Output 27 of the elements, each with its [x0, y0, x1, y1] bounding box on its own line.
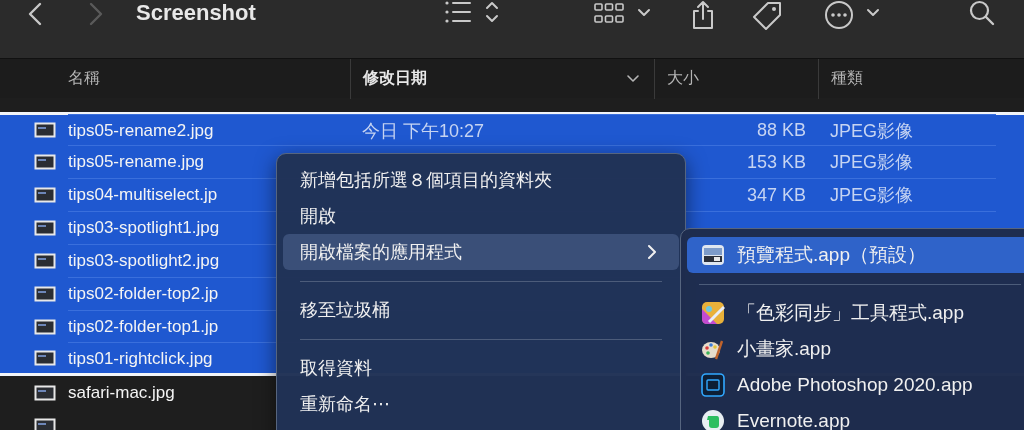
file-size: 347 KB — [746, 184, 806, 206]
menu-item-label: 重新命名⋯ — [300, 393, 390, 416]
app-name: 「色彩同步」工具程式.app — [737, 301, 964, 325]
file-name: tips04-multiselect.jp — [68, 185, 218, 205]
file-size: 88 KB — [756, 120, 806, 141]
menu-item-label: 移至垃圾桶 — [300, 299, 390, 322]
file-size: 153 KB — [746, 151, 806, 173]
file-name: tips01-rightclick.jpg — [68, 348, 213, 369]
file-name: tips03-spotlight2.jpg — [68, 251, 220, 271]
file-kind: JPEG影像 — [830, 151, 913, 174]
file-name: tips05-rename2.jpg — [68, 120, 214, 141]
window-title: Screenshot — [136, 0, 256, 26]
file-kind: JPEG影像 — [830, 119, 913, 143]
file-name: tips02-folder-top2.jp — [68, 284, 219, 304]
menu-item-label: 開啟檔案的應用程式 — [300, 241, 462, 264]
menu-item-label: 取得資料 — [300, 357, 372, 380]
file-kind: JPEG影像 — [830, 184, 913, 207]
menu-item-label: 開啟 — [300, 205, 336, 228]
file-name: tips03-spotlight1.jpg — [68, 218, 220, 238]
app-name: 小畫家.app — [737, 337, 831, 361]
date-modified: 今日 下午10:27 — [362, 119, 485, 143]
file-name: safari-mac.jpg — [68, 382, 175, 403]
menu-item-label: 新增包括所選８個項目的資料夾 — [300, 169, 552, 192]
app-name: 預覽程式.app（預設） — [737, 243, 926, 267]
app-name: Adobe Photoshop 2020.app — [737, 374, 973, 396]
file-name: tips02-folder-top1.jp — [68, 317, 219, 337]
file-name: tips05-rename.jpg — [68, 152, 205, 172]
